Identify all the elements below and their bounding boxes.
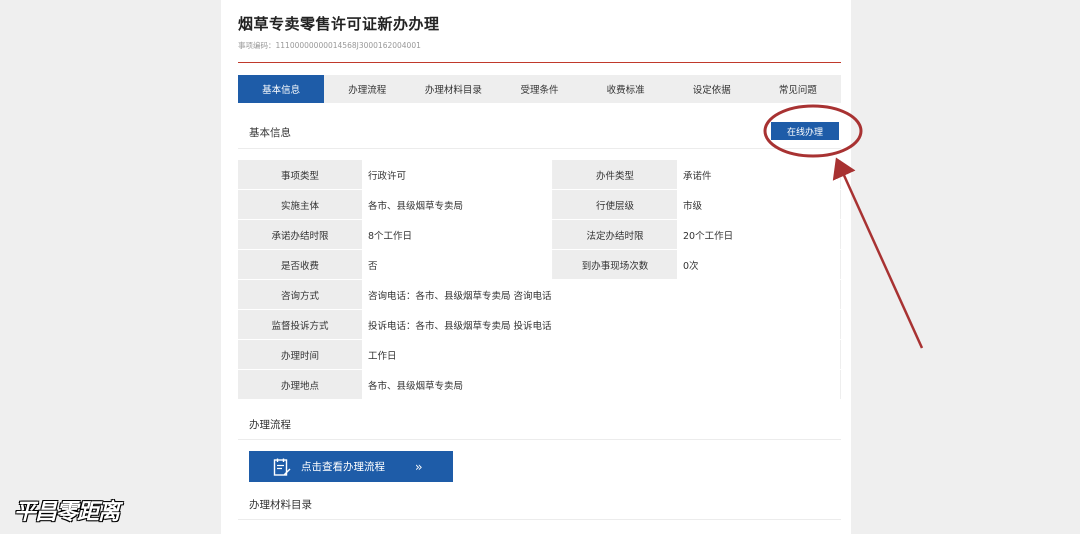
document-edit-icon xyxy=(273,458,291,476)
view-process-button[interactable]: 点击查看办理流程 ›› xyxy=(249,451,453,482)
field-label: 承诺办结时限 xyxy=(238,219,362,250)
field-label: 咨询方式 xyxy=(238,279,362,310)
section-divider xyxy=(238,439,841,440)
tab-basis[interactable]: 设定依据 xyxy=(669,75,755,103)
online-apply-button[interactable]: 在线办理 xyxy=(771,122,839,140)
field-label: 到办事现场次数 xyxy=(552,249,677,280)
section-divider xyxy=(238,148,841,149)
item-code-value: 11100000000014568J3000162004001 xyxy=(275,41,421,50)
field-value: 工作日 xyxy=(362,339,841,370)
watermark-logo: 平昌零距离 xyxy=(14,500,120,525)
table-row: 承诺办结时限 8个工作日 法定办结时限 20个工作日 xyxy=(238,219,841,250)
basic-info-table: 事项类型 行政许可 办件类型 承诺件 实施主体 各市、县级烟草专卖局 行使层级 … xyxy=(238,160,841,400)
process-heading: 办理流程 xyxy=(249,419,291,431)
tab-conditions[interactable]: 受理条件 xyxy=(496,75,582,103)
field-value: 市级 xyxy=(677,189,841,220)
field-value: 咨询电话：各市、县级烟草专卖局 咨询电话 xyxy=(362,279,841,310)
field-label: 实施主体 xyxy=(238,189,362,220)
basic-info-heading: 基本信息 xyxy=(249,127,291,139)
tab-bar: 基本信息 办理流程 办理材料目录 受理条件 收费标准 设定依据 常见问题 xyxy=(238,75,841,103)
tab-faq[interactable]: 常见问题 xyxy=(755,75,841,103)
table-row: 实施主体 各市、县级烟草专卖局 行使层级 市级 xyxy=(238,189,841,220)
table-row: 事项类型 行政许可 办件类型 承诺件 xyxy=(238,160,841,190)
double-chevron-right-icon: ›› xyxy=(415,459,422,474)
field-value: 各市、县级烟草专卖局 xyxy=(362,369,841,400)
tab-basic-info[interactable]: 基本信息 xyxy=(238,75,325,103)
field-value: 20个工作日 xyxy=(677,219,841,250)
table-row: 办理时间 工作日 xyxy=(238,339,841,370)
field-label: 是否收费 xyxy=(238,249,362,280)
content-page: 烟草专卖零售许可证新办办理 事项编码：11100000000014568J300… xyxy=(221,0,851,534)
field-label: 办理时间 xyxy=(238,339,362,370)
field-value: 投诉电话：各市、县级烟草专卖局 投诉电话 xyxy=(362,309,841,340)
table-row: 是否收费 否 到办事现场次数 0次 xyxy=(238,249,841,280)
table-row: 监督投诉方式 投诉电话：各市、县级烟草专卖局 投诉电话 xyxy=(238,309,841,340)
field-label: 事项类型 xyxy=(238,160,362,190)
table-row: 办理地点 各市、县级烟草专卖局 xyxy=(238,369,841,400)
field-value: 各市、县级烟草专卖局 xyxy=(362,189,553,220)
field-value: 8个工作日 xyxy=(362,219,553,250)
title-divider xyxy=(238,62,841,63)
page-title: 烟草专卖零售许可证新办办理 xyxy=(238,15,440,33)
tab-fees[interactable]: 收费标准 xyxy=(583,75,669,103)
field-label: 办件类型 xyxy=(552,160,677,190)
item-code-label: 事项编码： xyxy=(238,41,276,50)
view-process-label: 点击查看办理流程 xyxy=(301,461,385,473)
item-code: 事项编码：11100000000014568J3000162004001 xyxy=(238,40,421,51)
field-value: 否 xyxy=(362,249,553,280)
field-label: 法定办结时限 xyxy=(552,219,677,250)
field-label: 行使层级 xyxy=(552,189,677,220)
tab-process[interactable]: 办理流程 xyxy=(324,75,410,103)
section-divider xyxy=(238,519,841,520)
tab-materials[interactable]: 办理材料目录 xyxy=(410,75,496,103)
field-value: 0次 xyxy=(677,249,841,280)
field-label: 办理地点 xyxy=(238,369,362,400)
table-row: 咨询方式 咨询电话：各市、县级烟草专卖局 咨询电话 xyxy=(238,279,841,310)
field-value: 承诺件 xyxy=(677,160,841,190)
materials-heading: 办理材料目录 xyxy=(249,499,312,511)
field-label: 监督投诉方式 xyxy=(238,309,362,340)
field-value: 行政许可 xyxy=(362,160,553,190)
